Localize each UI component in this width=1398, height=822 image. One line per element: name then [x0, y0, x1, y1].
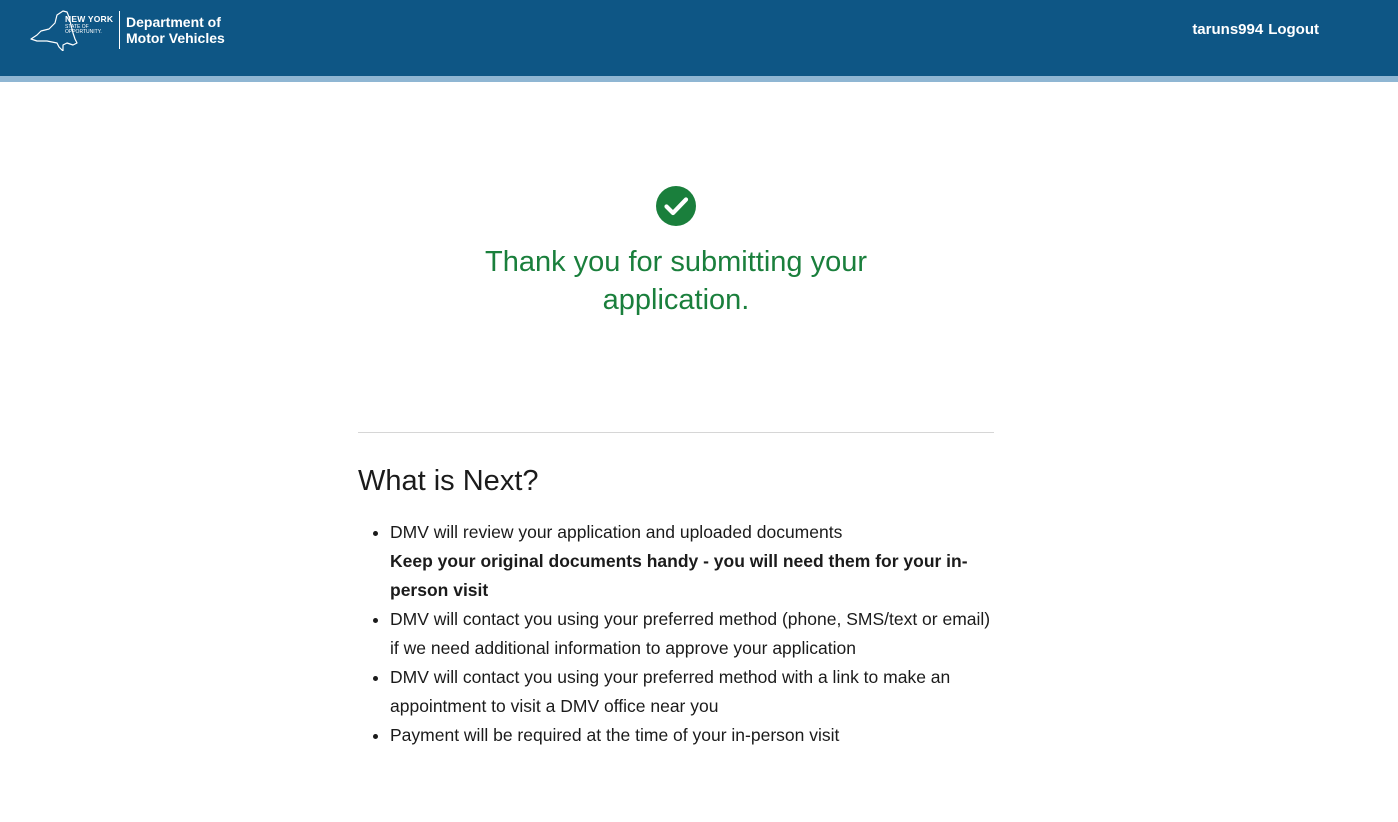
next-steps-list: DMV will review your application and upl…	[358, 518, 994, 750]
department-name: Department of Motor Vehicles	[126, 14, 225, 46]
department-line-2: Motor Vehicles	[126, 30, 225, 46]
main-content: Thank you for submitting your applicatio…	[358, 82, 994, 750]
state-tagline: STATE OF OPPORTUNITY.	[65, 23, 102, 35]
department-line-1: Department of	[126, 14, 221, 30]
state-name: NEW YORK	[65, 14, 114, 24]
list-item: Payment will be required at the time of …	[390, 721, 994, 750]
list-item-text: DMV will contact you using your preferre…	[390, 609, 991, 658]
site-header: NEW YORK STATE OF OPPORTUNITY. Departmen…	[0, 0, 1398, 76]
success-message: Thank you for submitting your applicatio…	[484, 246, 867, 316]
list-item: DMV will contact you using your preferre…	[390, 605, 994, 663]
success-panel: Thank you for submitting your applicatio…	[358, 82, 994, 319]
next-steps-title: What is Next?	[358, 465, 539, 497]
list-item: DMV will review your application and upl…	[390, 518, 994, 605]
list-item-text: DMV will contact you using your preferre…	[390, 667, 951, 716]
section-divider	[358, 432, 994, 433]
check-circle-icon	[656, 186, 696, 226]
documents-note: Keep your original documents handy - you…	[390, 551, 968, 600]
username: taruns994	[1192, 21, 1264, 38]
list-item-text: Payment will be required at the time of …	[390, 725, 840, 745]
logo-divider	[119, 11, 120, 49]
ny-state-map-icon: NEW YORK STATE OF OPPORTUNITY.	[27, 9, 119, 51]
nys-dmv-logo[interactable]: NEW YORK STATE OF OPPORTUNITY. Departmen…	[27, 9, 225, 51]
logout-link[interactable]: Logout	[1268, 21, 1319, 38]
user-menu: taruns994 Logout	[1192, 21, 1319, 38]
list-item: DMV will contact you using your preferre…	[390, 663, 994, 721]
list-item-text: DMV will review your application and upl…	[390, 522, 843, 542]
